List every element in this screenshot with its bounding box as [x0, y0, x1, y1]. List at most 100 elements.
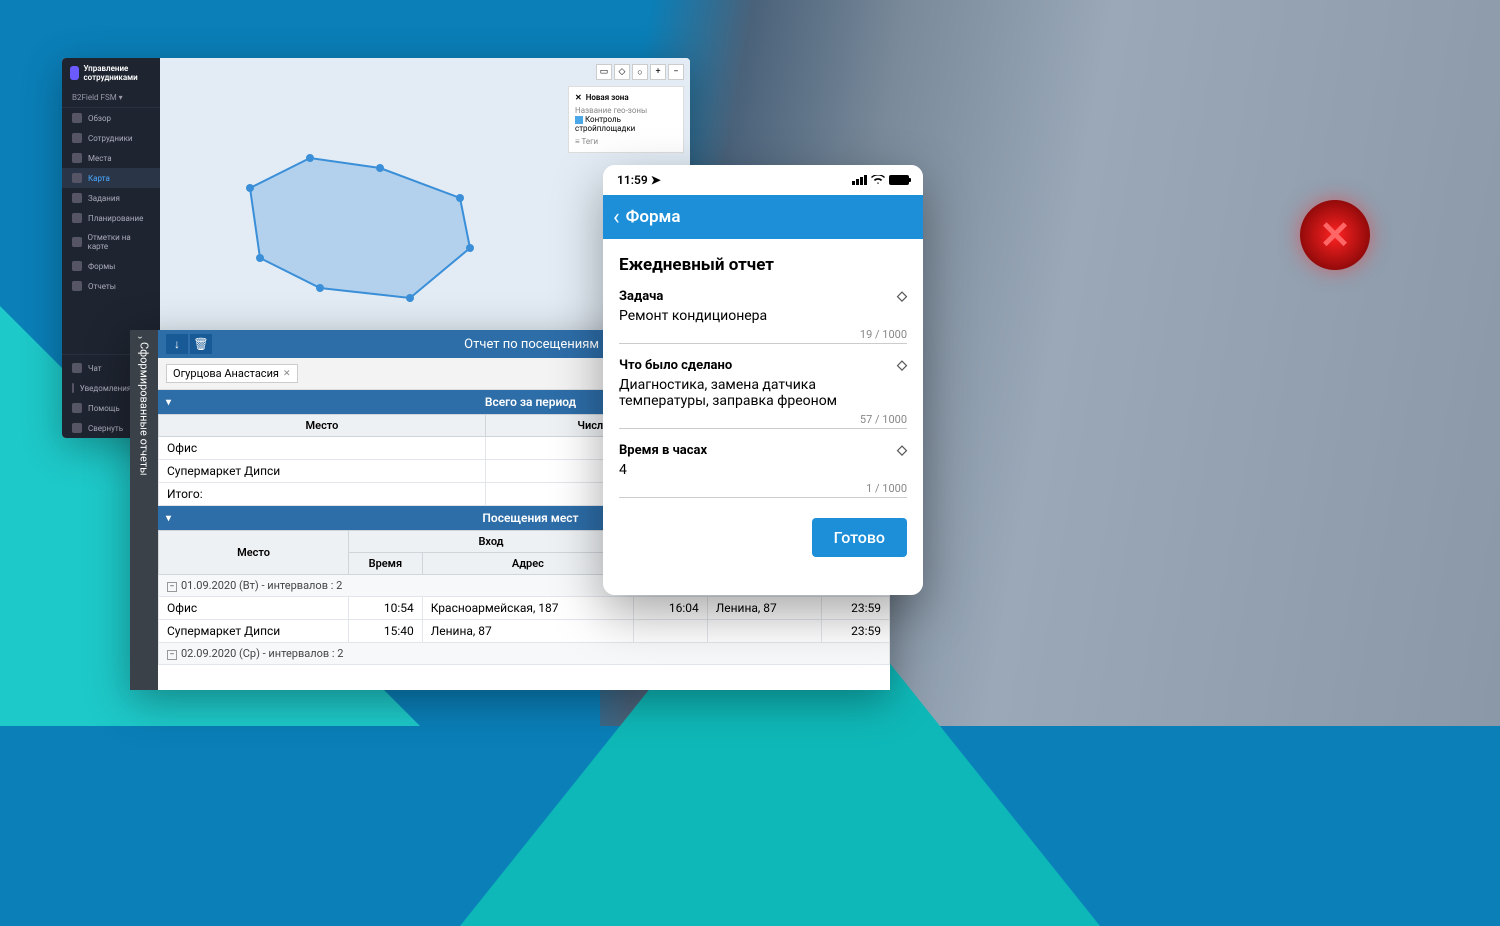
col-entry: Вход — [349, 531, 634, 553]
form-icon — [72, 261, 82, 271]
form-field-hours[interactable]: Время в часах ◇ 4 1 / 1000 — [619, 443, 907, 498]
collapse-icon[interactable]: − — [167, 650, 177, 660]
turnstile-x-icon: ✕ — [1300, 200, 1370, 270]
nav-label: Задания — [88, 194, 120, 203]
form-field-task[interactable]: Задача◇ Ремонт кондиционера 19 / 1000 — [619, 289, 907, 344]
map-tool-btn[interactable]: − — [668, 64, 684, 80]
zone-name-value: Контроль стройплощадки — [575, 115, 635, 133]
date-group-row[interactable]: −02.09.2020 (Ср) - интервалов : 2 — [159, 643, 890, 665]
form-field-done[interactable]: Что было сделано ◇ Диагностика, замена да… — [619, 358, 907, 429]
nav-places[interactable]: Места — [62, 148, 160, 168]
chevron-down-icon: ▾ — [166, 397, 171, 408]
nav-planning[interactable]: Планирование — [62, 208, 160, 228]
zone-color-icon — [575, 116, 583, 124]
side-tab-label: Сформированные отчеты — [138, 342, 151, 476]
report-icon — [72, 281, 82, 291]
col-addr: Адрес — [422, 553, 633, 575]
app-logo-icon — [70, 66, 79, 80]
help-icon — [72, 403, 82, 413]
char-counter: 57 / 1000 — [619, 413, 907, 426]
chat-icon — [72, 363, 82, 373]
map-tool-btn[interactable]: ◇ — [614, 64, 630, 80]
field-label: Что было сделано — [619, 358, 732, 373]
col-place: Место — [159, 531, 349, 575]
map-tool-btn[interactable]: + — [650, 64, 666, 80]
chevron-right-icon: › — [134, 336, 145, 339]
nav-label: Уведомления — [80, 384, 132, 393]
dashboard-icon — [72, 113, 82, 123]
submit-button[interactable]: Готово — [812, 518, 907, 557]
nav-map[interactable]: Карта — [62, 168, 160, 188]
nav-label: Отметки на карте — [88, 233, 151, 251]
bell-icon — [72, 383, 74, 393]
group-label: 02.09.2020 (Ср) - интервалов : 2 — [181, 647, 343, 660]
nav-overview[interactable]: Обзор — [62, 108, 160, 128]
field-value: Диагностика, замена датчика температуры,… — [619, 377, 907, 409]
status-icons — [852, 175, 909, 185]
field-label: Время в часах — [619, 443, 707, 458]
phone-header-title: Форма — [626, 207, 681, 227]
nav-label: Обзор — [88, 114, 111, 123]
zone-title: Новая зона — [586, 93, 629, 102]
pin-icon — [72, 153, 82, 163]
nav-reports[interactable]: Отчеты — [62, 276, 160, 296]
nav-forms[interactable]: Формы — [62, 256, 160, 276]
nav-employees[interactable]: Сотрудники — [62, 128, 160, 148]
app-brand-text: Управление сотрудниками — [83, 64, 152, 82]
org-name: B2Field FSM — [72, 93, 117, 102]
erase-icon[interactable]: ◇ — [897, 358, 907, 373]
nav-label: Помощь — [88, 404, 120, 413]
nav-label: Карта — [88, 174, 110, 183]
app-brand: Управление сотрудниками — [62, 58, 160, 88]
erase-icon[interactable]: ◇ — [897, 443, 907, 458]
form-card: Ежедневный отчет Задача◇ Ремонт кондицио… — [603, 239, 923, 595]
status-bar: 11:59 ➤ — [603, 165, 923, 195]
close-icon[interactable]: ✕ — [575, 93, 582, 102]
collapse-icon[interactable]: − — [167, 582, 177, 592]
location-icon: ➤ — [651, 173, 661, 187]
marker-icon — [72, 237, 82, 247]
geofence-polygon[interactable] — [230, 148, 490, 308]
phone-header: ‹ Форма — [603, 195, 923, 239]
field-value: 4 — [619, 462, 907, 478]
nav-checkins[interactable]: Отметки на карте — [62, 228, 160, 256]
nav-label: Места — [88, 154, 112, 163]
col-place: Место — [159, 415, 486, 437]
nav-tasks[interactable]: Задания — [62, 188, 160, 208]
zone-panel: ✕ Новая зона Название гео-зоны Контроль с… — [568, 86, 684, 153]
map-tool-btn[interactable]: ▭ — [596, 64, 612, 80]
map-controls: ▭ ◇ ○ + − — [596, 64, 684, 80]
zone-title-row: ✕ Новая зона — [575, 93, 677, 102]
map-tool-btn[interactable]: ○ — [632, 64, 648, 80]
form-title: Ежедневный отчет — [619, 255, 907, 275]
nav-label: Чат — [88, 364, 102, 373]
trash-icon: 🗑 — [193, 337, 208, 351]
delete-button[interactable]: 🗑 — [190, 334, 212, 354]
reports-side-tab[interactable]: › Сформированные отчеты — [130, 330, 158, 690]
users-icon — [72, 133, 82, 143]
zone-field-label: Название гео-зоны — [575, 106, 677, 115]
table-row: Офис 10:54 Красноармейская, 187 16:04 Ле… — [159, 597, 890, 620]
nav-label: Формы — [88, 262, 115, 271]
char-counter: 1 / 1000 — [619, 482, 907, 495]
calendar-icon — [72, 213, 82, 223]
battery-icon — [889, 175, 909, 185]
chevron-down-icon: ▾ — [166, 513, 171, 524]
download-button[interactable]: ↓ — [166, 334, 188, 354]
download-icon: ↓ — [174, 337, 180, 351]
zone-name-input[interactable]: Контроль стройплощадки — [575, 115, 677, 133]
employee-chip[interactable]: Огурцова Анастасия ✕ — [166, 364, 298, 383]
check-icon — [72, 193, 82, 203]
group-label: 01.09.2020 (Вт) - интервалов : 2 — [181, 579, 342, 592]
org-selector[interactable]: B2Field FSM ▾ — [62, 88, 160, 108]
wifi-icon — [871, 175, 885, 185]
erase-icon[interactable]: ◇ — [897, 289, 907, 304]
back-button[interactable]: ‹ — [613, 205, 620, 230]
char-counter: 19 / 1000 — [619, 328, 907, 341]
zone-tags-label[interactable]: ≡ Теги — [575, 137, 677, 146]
main-nav: Обзор Сотрудники Места Карта Задания Пла… — [62, 108, 160, 354]
map-icon — [72, 173, 82, 183]
close-icon[interactable]: ✕ — [283, 369, 291, 379]
signal-icon — [852, 175, 867, 185]
field-value: Ремонт кондиционера — [619, 308, 907, 324]
